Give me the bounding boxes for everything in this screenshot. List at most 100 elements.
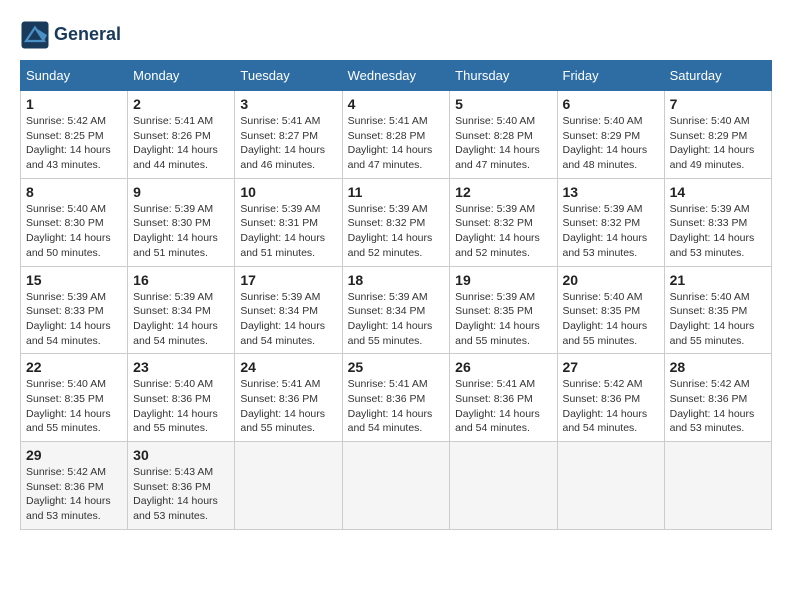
day-info: Sunrise: 5:40 AM Sunset: 8:29 PM Dayligh… [670, 114, 766, 173]
day-info: Sunrise: 5:41 AM Sunset: 8:36 PM Dayligh… [348, 377, 445, 436]
weekday-header-thursday: Thursday [450, 61, 557, 91]
calendar-cell: 9 Sunrise: 5:39 AM Sunset: 8:30 PM Dayli… [128, 178, 235, 266]
day-info: Sunrise: 5:42 AM Sunset: 8:25 PM Dayligh… [26, 114, 122, 173]
day-info: Sunrise: 5:39 AM Sunset: 8:32 PM Dayligh… [563, 202, 659, 261]
calendar-cell: 23 Sunrise: 5:40 AM Sunset: 8:36 PM Dayl… [128, 354, 235, 442]
day-info: Sunrise: 5:39 AM Sunset: 8:32 PM Dayligh… [455, 202, 551, 261]
day-info: Sunrise: 5:39 AM Sunset: 8:33 PM Dayligh… [26, 290, 122, 349]
calendar-week-3: 15 Sunrise: 5:39 AM Sunset: 8:33 PM Dayl… [21, 266, 772, 354]
logo-text: General [54, 25, 121, 45]
calendar-cell: 6 Sunrise: 5:40 AM Sunset: 8:29 PM Dayli… [557, 91, 664, 179]
day-number: 18 [348, 272, 445, 288]
weekday-header-tuesday: Tuesday [235, 61, 342, 91]
day-info: Sunrise: 5:40 AM Sunset: 8:36 PM Dayligh… [133, 377, 229, 436]
day-number: 16 [133, 272, 229, 288]
calendar-week-2: 8 Sunrise: 5:40 AM Sunset: 8:30 PM Dayli… [21, 178, 772, 266]
day-info: Sunrise: 5:39 AM Sunset: 8:32 PM Dayligh… [348, 202, 445, 261]
day-number: 23 [133, 359, 229, 375]
day-info: Sunrise: 5:39 AM Sunset: 8:34 PM Dayligh… [348, 290, 445, 349]
calendar-cell: 14 Sunrise: 5:39 AM Sunset: 8:33 PM Dayl… [664, 178, 771, 266]
calendar-cell [342, 442, 450, 530]
calendar-table: SundayMondayTuesdayWednesdayThursdayFrid… [20, 60, 772, 530]
weekday-header-friday: Friday [557, 61, 664, 91]
day-number: 5 [455, 96, 551, 112]
day-info: Sunrise: 5:39 AM Sunset: 8:30 PM Dayligh… [133, 202, 229, 261]
calendar-cell: 8 Sunrise: 5:40 AM Sunset: 8:30 PM Dayli… [21, 178, 128, 266]
day-number: 2 [133, 96, 229, 112]
calendar-cell: 24 Sunrise: 5:41 AM Sunset: 8:36 PM Dayl… [235, 354, 342, 442]
weekday-header-sunday: Sunday [21, 61, 128, 91]
calendar-cell: 10 Sunrise: 5:39 AM Sunset: 8:31 PM Dayl… [235, 178, 342, 266]
calendar-cell: 29 Sunrise: 5:42 AM Sunset: 8:36 PM Dayl… [21, 442, 128, 530]
calendar-week-1: 1 Sunrise: 5:42 AM Sunset: 8:25 PM Dayli… [21, 91, 772, 179]
day-number: 1 [26, 96, 122, 112]
day-number: 9 [133, 184, 229, 200]
calendar-week-4: 22 Sunrise: 5:40 AM Sunset: 8:35 PM Dayl… [21, 354, 772, 442]
day-number: 24 [240, 359, 336, 375]
day-info: Sunrise: 5:43 AM Sunset: 8:36 PM Dayligh… [133, 465, 229, 524]
calendar-cell: 18 Sunrise: 5:39 AM Sunset: 8:34 PM Dayl… [342, 266, 450, 354]
day-number: 13 [563, 184, 659, 200]
calendar-cell: 20 Sunrise: 5:40 AM Sunset: 8:35 PM Dayl… [557, 266, 664, 354]
calendar-cell: 27 Sunrise: 5:42 AM Sunset: 8:36 PM Dayl… [557, 354, 664, 442]
day-number: 3 [240, 96, 336, 112]
day-number: 27 [563, 359, 659, 375]
logo-icon [20, 20, 50, 50]
day-info: Sunrise: 5:39 AM Sunset: 8:34 PM Dayligh… [133, 290, 229, 349]
calendar-cell: 25 Sunrise: 5:41 AM Sunset: 8:36 PM Dayl… [342, 354, 450, 442]
calendar-header-row: SundayMondayTuesdayWednesdayThursdayFrid… [21, 61, 772, 91]
day-info: Sunrise: 5:39 AM Sunset: 8:34 PM Dayligh… [240, 290, 336, 349]
day-number: 26 [455, 359, 551, 375]
calendar-cell: 21 Sunrise: 5:40 AM Sunset: 8:35 PM Dayl… [664, 266, 771, 354]
calendar-cell: 11 Sunrise: 5:39 AM Sunset: 8:32 PM Dayl… [342, 178, 450, 266]
calendar-cell: 22 Sunrise: 5:40 AM Sunset: 8:35 PM Dayl… [21, 354, 128, 442]
day-info: Sunrise: 5:41 AM Sunset: 8:28 PM Dayligh… [348, 114, 445, 173]
day-number: 14 [670, 184, 766, 200]
day-info: Sunrise: 5:39 AM Sunset: 8:31 PM Dayligh… [240, 202, 336, 261]
day-number: 28 [670, 359, 766, 375]
calendar-cell: 1 Sunrise: 5:42 AM Sunset: 8:25 PM Dayli… [21, 91, 128, 179]
calendar-cell: 3 Sunrise: 5:41 AM Sunset: 8:27 PM Dayli… [235, 91, 342, 179]
page-header: General [20, 20, 772, 50]
day-info: Sunrise: 5:42 AM Sunset: 8:36 PM Dayligh… [26, 465, 122, 524]
day-number: 11 [348, 184, 445, 200]
day-info: Sunrise: 5:42 AM Sunset: 8:36 PM Dayligh… [670, 377, 766, 436]
day-info: Sunrise: 5:42 AM Sunset: 8:36 PM Dayligh… [563, 377, 659, 436]
calendar-week-5: 29 Sunrise: 5:42 AM Sunset: 8:36 PM Dayl… [21, 442, 772, 530]
weekday-header-saturday: Saturday [664, 61, 771, 91]
calendar-cell: 13 Sunrise: 5:39 AM Sunset: 8:32 PM Dayl… [557, 178, 664, 266]
calendar-cell: 16 Sunrise: 5:39 AM Sunset: 8:34 PM Dayl… [128, 266, 235, 354]
calendar-cell [450, 442, 557, 530]
day-info: Sunrise: 5:40 AM Sunset: 8:35 PM Dayligh… [26, 377, 122, 436]
day-info: Sunrise: 5:40 AM Sunset: 8:35 PM Dayligh… [670, 290, 766, 349]
day-info: Sunrise: 5:40 AM Sunset: 8:28 PM Dayligh… [455, 114, 551, 173]
day-info: Sunrise: 5:40 AM Sunset: 8:35 PM Dayligh… [563, 290, 659, 349]
day-info: Sunrise: 5:41 AM Sunset: 8:36 PM Dayligh… [455, 377, 551, 436]
calendar-cell: 12 Sunrise: 5:39 AM Sunset: 8:32 PM Dayl… [450, 178, 557, 266]
calendar-cell: 30 Sunrise: 5:43 AM Sunset: 8:36 PM Dayl… [128, 442, 235, 530]
day-number: 4 [348, 96, 445, 112]
day-number: 19 [455, 272, 551, 288]
day-number: 17 [240, 272, 336, 288]
day-number: 29 [26, 447, 122, 463]
calendar-cell: 15 Sunrise: 5:39 AM Sunset: 8:33 PM Dayl… [21, 266, 128, 354]
day-number: 15 [26, 272, 122, 288]
day-info: Sunrise: 5:40 AM Sunset: 8:30 PM Dayligh… [26, 202, 122, 261]
calendar-cell [235, 442, 342, 530]
day-number: 8 [26, 184, 122, 200]
logo: General [20, 20, 121, 50]
day-info: Sunrise: 5:41 AM Sunset: 8:26 PM Dayligh… [133, 114, 229, 173]
calendar-cell: 17 Sunrise: 5:39 AM Sunset: 8:34 PM Dayl… [235, 266, 342, 354]
weekday-header-monday: Monday [128, 61, 235, 91]
calendar-cell: 28 Sunrise: 5:42 AM Sunset: 8:36 PM Dayl… [664, 354, 771, 442]
day-info: Sunrise: 5:40 AM Sunset: 8:29 PM Dayligh… [563, 114, 659, 173]
day-number: 6 [563, 96, 659, 112]
day-number: 20 [563, 272, 659, 288]
calendar-cell: 26 Sunrise: 5:41 AM Sunset: 8:36 PM Dayl… [450, 354, 557, 442]
calendar-cell [664, 442, 771, 530]
day-info: Sunrise: 5:41 AM Sunset: 8:36 PM Dayligh… [240, 377, 336, 436]
day-info: Sunrise: 5:39 AM Sunset: 8:35 PM Dayligh… [455, 290, 551, 349]
day-number: 21 [670, 272, 766, 288]
calendar-cell [557, 442, 664, 530]
day-info: Sunrise: 5:39 AM Sunset: 8:33 PM Dayligh… [670, 202, 766, 261]
